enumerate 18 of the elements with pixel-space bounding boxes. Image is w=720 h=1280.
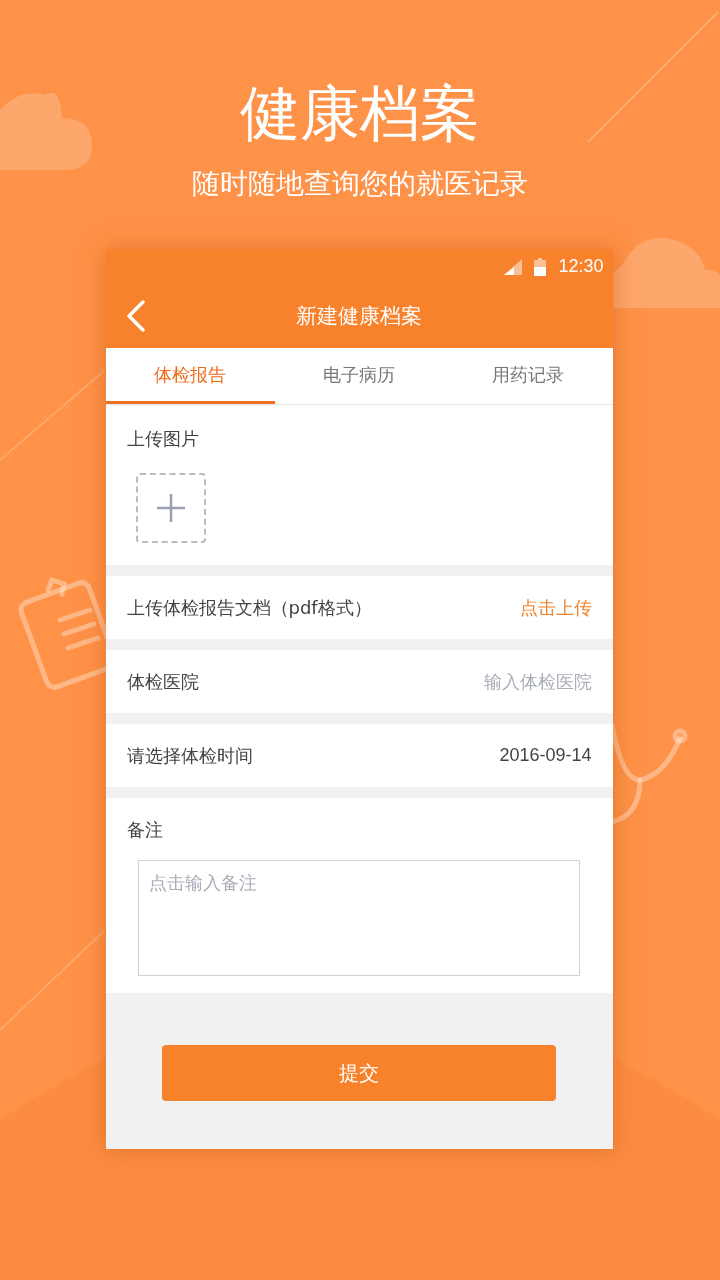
- field-label: 体检医院: [126, 669, 199, 694]
- remark-field[interactable]: 点击输入备注: [137, 860, 580, 976]
- headline: 健康档案: [240, 78, 480, 148]
- date-value[interactable]: 2016-09-14: [499, 745, 592, 766]
- add-image-button[interactable]: [135, 473, 206, 543]
- subtitle: 随时随地查询您的就医记录: [192, 166, 528, 202]
- submit-button[interactable]: 提交: [162, 1045, 556, 1101]
- signal-icon: [504, 258, 523, 275]
- upload-label: 上传图片: [126, 427, 199, 451]
- plus-icon: [155, 493, 186, 523]
- remark-label: 备注: [126, 818, 163, 842]
- back-icon[interactable]: [125, 300, 146, 332]
- status-time: 12:30: [558, 256, 604, 277]
- upload-link[interactable]: 点击上传: [519, 595, 592, 620]
- screen-title: 新建健康档案: [296, 303, 422, 330]
- field-label: 上传体检报告文档（pdf格式）: [126, 595, 372, 620]
- field-label: 请选择体检时间: [126, 743, 253, 768]
- battery-icon: [534, 257, 547, 276]
